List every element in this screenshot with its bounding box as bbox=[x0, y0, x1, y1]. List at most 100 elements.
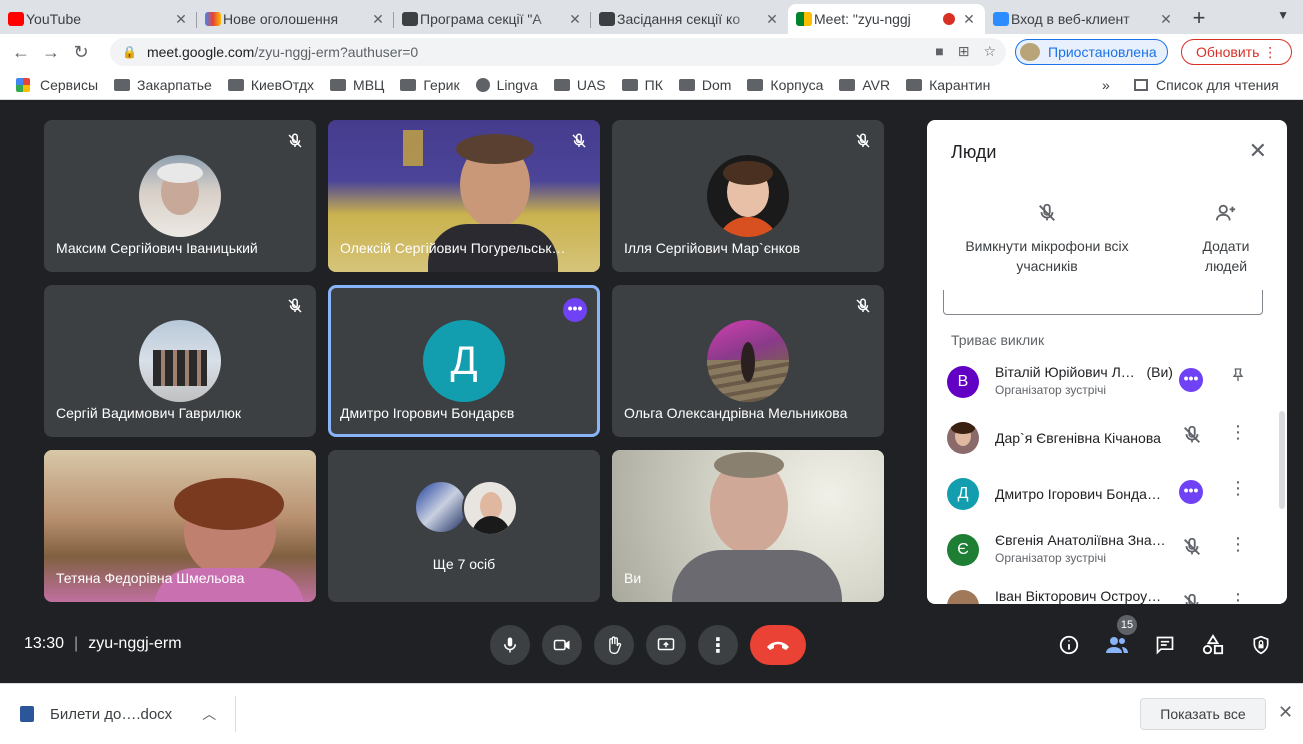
participant-tile[interactable]: Максим Сергійович Іваницький bbox=[44, 120, 316, 272]
bookmark-folder[interactable]: Закарпатье bbox=[114, 77, 212, 93]
scrollbar[interactable] bbox=[1279, 411, 1285, 509]
avatar bbox=[1020, 43, 1040, 61]
folder-icon bbox=[747, 78, 764, 91]
more-options-icon[interactable]: ⋮ bbox=[1227, 478, 1249, 499]
tab-youtube[interactable]: YouTube ✕ bbox=[0, 4, 197, 34]
list-item[interactable]: Д Дмитро Ігорович Бонда… ••• ⋮ bbox=[927, 468, 1287, 524]
close-icon[interactable]: ✕ bbox=[764, 11, 780, 28]
microphone-button[interactable] bbox=[490, 625, 530, 665]
list-item[interactable]: Є Євгенія Анатоліївна Зна… Організатор з… bbox=[927, 524, 1287, 580]
document-icon bbox=[599, 12, 615, 26]
info-icon bbox=[1059, 635, 1079, 655]
activities-button[interactable] bbox=[1199, 631, 1227, 659]
update-button[interactable]: Обновить ⋮ bbox=[1181, 39, 1293, 65]
close-icon[interactable]: ✕ bbox=[1158, 11, 1174, 28]
download-item[interactable]: Билети до….docx ︿ bbox=[20, 704, 216, 724]
recording-icon bbox=[943, 13, 955, 25]
search-input[interactable] bbox=[943, 290, 1263, 315]
chat-button[interactable] bbox=[1151, 631, 1179, 659]
list-item[interactable]: В Віталій Юрійович Л… (Ви) Організатор з… bbox=[927, 356, 1287, 412]
people-button[interactable] bbox=[1103, 631, 1131, 659]
bookmark-folder[interactable]: ПК bbox=[621, 77, 663, 93]
reading-list-icon bbox=[1134, 78, 1148, 91]
tab-zoom[interactable]: Вход в веб-клиент ✕ bbox=[985, 4, 1182, 34]
participant-tile[interactable]: Ольга Олександрівна Мельникова bbox=[612, 285, 884, 437]
more-options-icon[interactable]: ⋮ bbox=[1227, 534, 1249, 555]
camera-button[interactable] bbox=[542, 625, 582, 665]
close-icon[interactable]: ✕ bbox=[567, 11, 583, 28]
star-icon[interactable]: ☆ bbox=[983, 43, 996, 60]
mic-off-icon bbox=[1184, 425, 1200, 443]
bookmark-lingva[interactable]: Lingva bbox=[475, 77, 538, 93]
gmail-icon bbox=[205, 12, 221, 26]
participant-tile[interactable]: Сергій Вадимович Гаврилюк bbox=[44, 285, 316, 437]
bookmark-folder[interactable]: UAS bbox=[553, 77, 606, 93]
raise-hand-button[interactable] bbox=[594, 625, 634, 665]
address-bar[interactable]: 🔒 meet.google.com/zyu-nggj-erm?authuser=… bbox=[110, 38, 1006, 66]
chat-icon bbox=[1156, 636, 1174, 655]
forward-icon[interactable]: → bbox=[36, 42, 66, 63]
bookmark-folder[interactable]: Корпуса bbox=[747, 77, 823, 93]
reading-list[interactable]: Список для чтения bbox=[1134, 77, 1279, 93]
close-icon[interactable]: ✕ bbox=[961, 11, 977, 28]
camera-icon[interactable]: ■ bbox=[935, 43, 943, 60]
add-people-button[interactable]: Додати людей bbox=[1181, 202, 1271, 276]
chevron-up-icon[interactable]: ︿ bbox=[202, 704, 216, 724]
participant-tile[interactable]: Олексій Сергійович Погурельськ… bbox=[328, 120, 600, 272]
zoom-icon bbox=[993, 12, 1009, 26]
folder-icon bbox=[553, 78, 570, 91]
avatar bbox=[462, 480, 518, 536]
reload-icon[interactable]: ↻ bbox=[66, 42, 96, 63]
close-icon[interactable]: ✕ bbox=[1249, 138, 1267, 164]
folder-icon bbox=[839, 78, 856, 91]
participant-tile-active-speaker[interactable]: Д ••• Дмитро Ігорович Бондарєв bbox=[328, 285, 600, 437]
meeting-details-button[interactable] bbox=[1055, 631, 1083, 659]
bookmark-folder[interactable]: Карантин bbox=[906, 77, 990, 93]
more-options-icon[interactable]: ⋮ bbox=[1227, 590, 1249, 604]
bookmark-folder[interactable]: Герик bbox=[400, 77, 460, 93]
bookmark-services[interactable]: Сервисы bbox=[40, 77, 98, 93]
folder-icon bbox=[400, 78, 417, 91]
tab-meeting[interactable]: Засідання секції ко ✕ bbox=[591, 4, 788, 34]
more-options-button[interactable]: ⋮ bbox=[698, 625, 738, 665]
participant-tile[interactable]: Тетяна Федорівна Шмельова bbox=[44, 450, 316, 602]
close-icon[interactable]: ✕ bbox=[173, 11, 189, 28]
globe-icon bbox=[475, 77, 490, 92]
mic-off-icon bbox=[288, 298, 302, 313]
tab-meet[interactable]: Meet: "zyu-nggj ✕ bbox=[788, 4, 985, 34]
close-icon[interactable]: ✕ bbox=[370, 11, 386, 28]
bookmark-folder[interactable]: AVR bbox=[839, 77, 890, 93]
host-controls-button[interactable] bbox=[1247, 631, 1275, 659]
mic-off-icon bbox=[856, 133, 870, 148]
new-tab-button[interactable]: + bbox=[1182, 4, 1216, 34]
more-options-icon[interactable]: ⋮ bbox=[1227, 422, 1249, 443]
more-participants-tile[interactable]: Ще 7 осіб bbox=[328, 450, 600, 602]
mute-all-button[interactable]: Вимкнути мікрофони всіх учасників bbox=[957, 202, 1137, 276]
profile-button[interactable]: Приостановлена bbox=[1015, 39, 1168, 65]
people-panel: Люди ✕ Вимкнути мікрофони всіх учасників… bbox=[927, 120, 1287, 604]
translate-icon[interactable]: ⊞ bbox=[958, 43, 970, 60]
tab-new-ad[interactable]: Нове оголошення ✕ bbox=[197, 4, 394, 34]
self-view-tile[interactable]: Ви bbox=[612, 450, 884, 602]
list-item[interactable]: Дар`я Євгенівна Кічанова ⋮ bbox=[927, 412, 1287, 468]
close-icon[interactable]: ✕ bbox=[1278, 702, 1293, 723]
people-icon bbox=[1106, 637, 1128, 653]
youtube-icon bbox=[8, 12, 24, 26]
present-screen-button[interactable] bbox=[646, 625, 686, 665]
participant-tile[interactable]: Ілля Сергійович Мар`єнков bbox=[612, 120, 884, 272]
pin-icon[interactable] bbox=[1227, 366, 1249, 389]
bookmark-folder[interactable]: КиевОтдх bbox=[227, 77, 314, 93]
list-item[interactable]: Іван Вікторович Остроу… ⋮ bbox=[927, 580, 1287, 604]
show-all-button[interactable]: Показать все bbox=[1140, 698, 1266, 730]
meeting-code: zyu-nggj-erm bbox=[88, 635, 182, 652]
back-icon[interactable]: ← bbox=[6, 42, 36, 63]
tab-search-icon[interactable]: ▼ bbox=[1277, 8, 1289, 22]
tab-program[interactable]: Програма секції "А ✕ bbox=[394, 4, 591, 34]
apps-icon[interactable] bbox=[16, 77, 30, 92]
leave-call-button[interactable] bbox=[750, 625, 806, 665]
more-bookmarks-icon[interactable]: » bbox=[1102, 77, 1110, 93]
folder-icon bbox=[906, 78, 923, 91]
bookmark-folder[interactable]: МВЦ bbox=[330, 77, 384, 93]
shield-lock-icon bbox=[1253, 635, 1269, 655]
bookmark-folder[interactable]: Dom bbox=[678, 77, 731, 93]
